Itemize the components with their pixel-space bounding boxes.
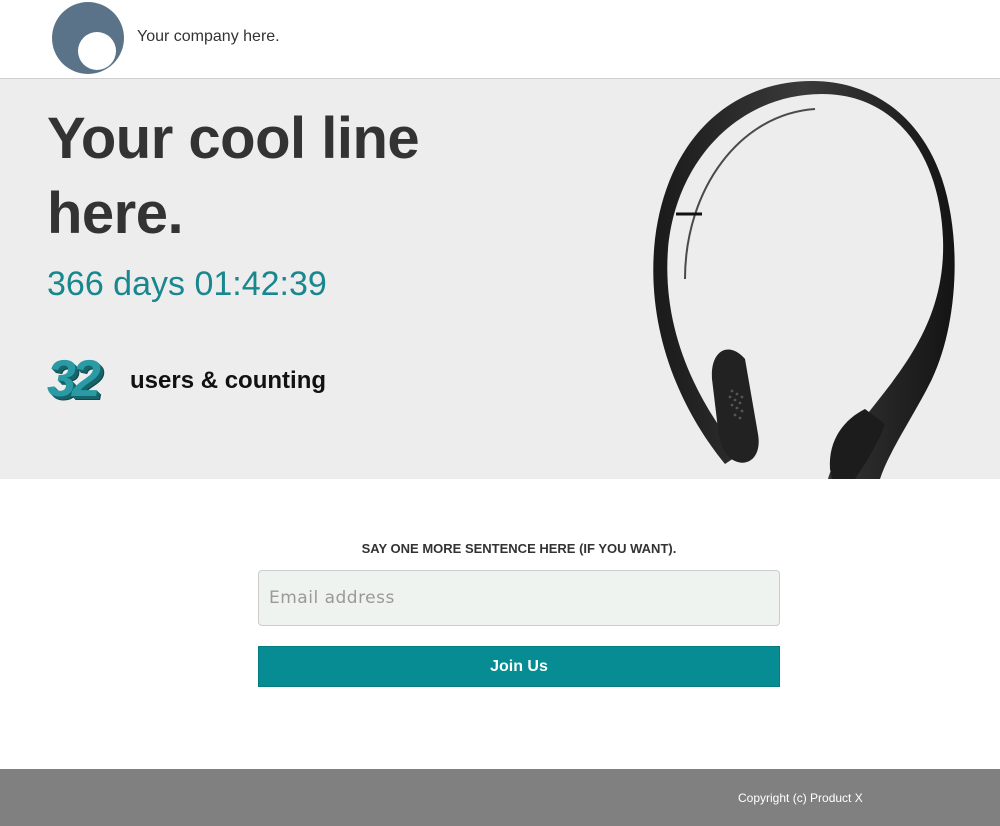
site-header: Your company here. xyxy=(0,0,1000,79)
copyright-text: Copyright (c) Product X xyxy=(738,791,863,805)
hero-headline: Your cool line here. xyxy=(47,106,420,246)
join-us-button[interactable]: Join Us xyxy=(258,646,780,687)
email-input[interactable] xyxy=(258,570,780,626)
user-count-number: 32 xyxy=(47,350,101,408)
signup-heading: SAY ONE MORE SENTENCE HERE (IF YOU WANT)… xyxy=(361,541,677,556)
hero-section: Your cool line here. 366 days 01:42:39 3… xyxy=(0,79,1000,479)
signup-section: SAY ONE MORE SENTENCE HERE (IF YOU WANT)… xyxy=(0,479,1000,769)
countdown-timer: 366 days 01:42:39 xyxy=(47,265,327,303)
company-name: Your company here. xyxy=(137,28,280,45)
site-footer: Copyright (c) Product X xyxy=(0,769,1000,826)
user-count-label: users & counting xyxy=(130,367,327,394)
company-logo-icon[interactable] xyxy=(52,2,124,74)
user-counter: 32 users & counting xyxy=(47,349,407,413)
headphones-product-image xyxy=(653,81,955,479)
